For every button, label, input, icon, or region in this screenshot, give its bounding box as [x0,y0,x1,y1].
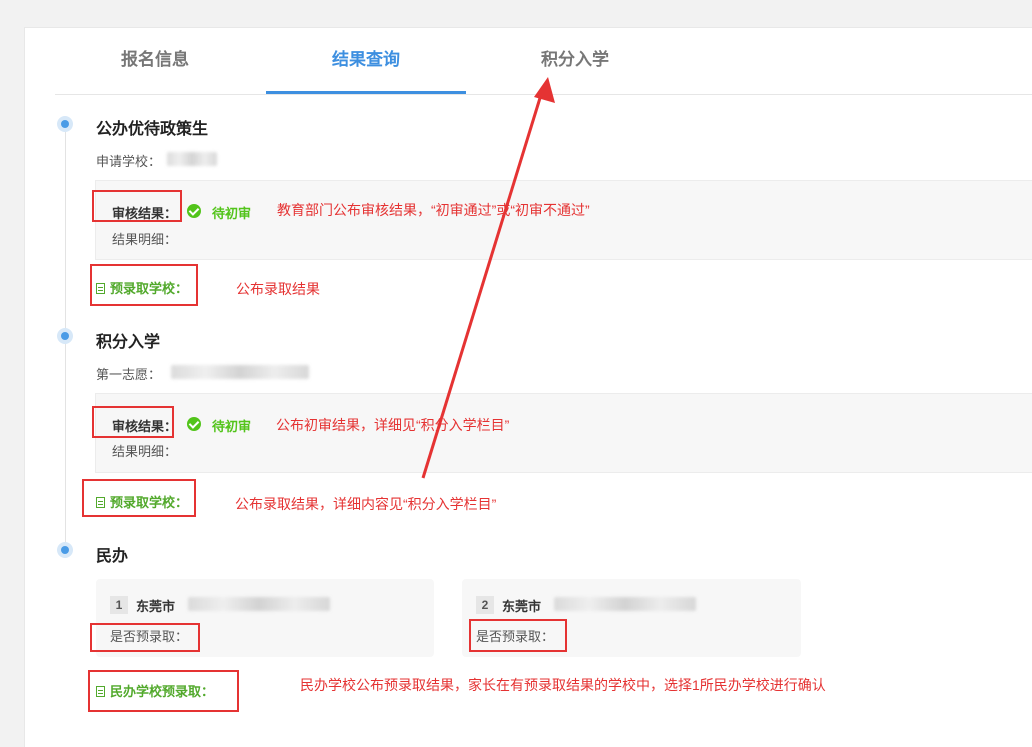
arrow-shaft [421,97,542,479]
arrow-head [534,77,555,103]
annotation-arrow [421,77,555,479]
